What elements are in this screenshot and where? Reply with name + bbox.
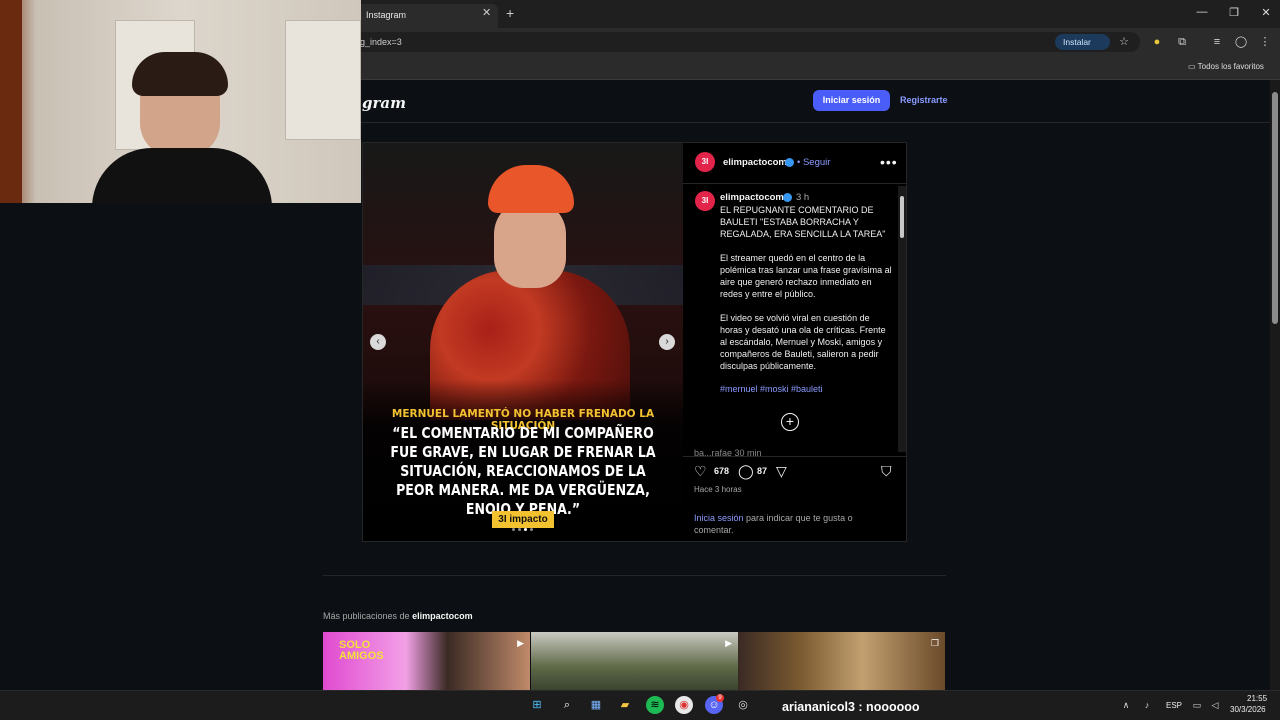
profile-icon[interactable]: ◯ [1234,35,1248,49]
caption-paragraph: El video se volvió viral en cuestión de … [720,313,886,371]
bookmarks-folder-label: Todos los favoritos [1197,62,1264,71]
extensions-puzzle-icon[interactable]: ⧉ [1175,35,1189,49]
carousel-prev-button[interactable]: ‹ [370,334,386,350]
window-frame [285,20,361,140]
carousel-dot [512,528,515,531]
carousel-next-button[interactable]: › [659,334,675,350]
thumb-title: SOLO AMIGOS [339,639,384,662]
tray-chevron-icon[interactable]: ∧ [1117,696,1135,714]
new-tab-button[interactable]: + [506,5,514,21]
load-comments-button[interactable]: + [781,413,799,431]
streamer-shirt [92,148,272,203]
posted-time: Hace 3 horas [694,485,742,494]
language-indicator[interactable]: ESP [1166,701,1182,710]
carousel-dot [530,528,533,531]
install-app-button[interactable]: Instalar [1055,34,1110,50]
door-frame [0,0,22,203]
image-quote: “EL COMENTARIO DE MI COMPAÑERO FUE GRAVE… [390,424,656,518]
clock-date[interactable]: 30/3/2026 [1230,705,1266,714]
sidebar-divider [683,183,907,184]
streamer-hair [132,52,228,96]
header-divider [323,122,1270,123]
chrome-icon[interactable]: ◉ [675,696,693,714]
signup-link[interactable]: Registrarte [900,95,948,105]
restore-icon[interactable]: ❐ [1224,6,1244,19]
tab-close-icon[interactable]: ✕ [482,6,491,19]
microphone-icon[interactable]: ♪ [1138,696,1156,714]
widgets-icon[interactable]: ▦ [587,696,605,714]
verified-badge-icon [785,158,794,167]
login-prompt-link[interactable]: Inicia sesión [694,513,744,523]
image-brand-logo: 3I impacto [492,511,554,528]
volume-icon[interactable]: ◁ [1206,696,1224,714]
stream-chat-overlay: ariananicol3 : noooooo [782,700,920,714]
login-prompt: Inicia sesión para indicar que te gusta … [694,512,894,536]
spotify-icon[interactable]: ≋ [646,696,664,714]
caption-avatar[interactable]: 3I [695,191,715,211]
more-post-thumb[interactable]: ▶ [531,632,738,690]
like-heart-icon[interactable]: ♡ [694,463,707,480]
obs-icon[interactable]: ◎ [734,696,752,714]
follow-button[interactable]: • Seguir [797,157,830,168]
account-name[interactable]: elimpactocom [723,157,787,168]
minimize-icon[interactable]: — [1192,6,1212,18]
more-post-thumb[interactable]: ❐ [738,632,945,690]
bookmark-star-icon[interactable]: ☆ [1117,35,1131,49]
install-label: Instalar [1063,37,1091,47]
actions-divider [683,456,907,457]
like-count: 678 [714,466,730,476]
bookmarks-folder-all[interactable]: ▭ Todos los favoritos [1188,62,1264,71]
person-face [494,200,566,288]
more-posts-heading: Más publicaciones de elimpactocom [323,611,473,621]
account-avatar[interactable]: 3I [695,152,715,172]
verified-badge-icon [783,193,792,202]
network-icon[interactable]: ▭ [1188,696,1206,714]
share-icon[interactable]: ▽ [776,463,787,480]
more-options-icon[interactable]: ••• [880,154,898,170]
browser-menu-icon[interactable]: ⋮ [1258,35,1272,49]
carousel-dot-active [524,528,527,531]
extension-color-icon[interactable]: ● [1150,35,1164,49]
caption-time: 3 h [796,192,810,203]
address-bar[interactable] [355,32,1140,52]
search-icon[interactable]: ⌕ [558,696,576,714]
video-icon: ▶ [725,638,732,648]
webcam-overlay [0,0,361,203]
page-scroll-thumb[interactable] [1272,92,1278,324]
window-close-icon[interactable]: ✕ [1256,6,1276,19]
more-posts-prefix: Más publicaciones de [323,611,413,621]
video-icon: ▶ [517,638,524,648]
clock-time[interactable]: 21:55 [1247,694,1267,703]
address-bar-url: g_index=3 [360,37,402,47]
caption-hashtags[interactable]: #mernuel #moski #bauleti [720,384,823,394]
more-post-thumb[interactable]: SOLO AMIGOS ▶ [323,632,530,690]
section-divider [323,575,946,576]
carousel-dot [518,528,521,531]
windows-start-icon[interactable]: ⊞ [528,696,546,714]
folder-icon: ▭ [1188,62,1198,71]
save-bookmark-icon[interactable]: ⛉ [881,463,892,480]
login-button[interactable]: Iniciar sesión [813,90,890,111]
discord-badge: 9 [716,694,724,702]
comment-bubble-icon[interactable]: ◯ [738,463,754,480]
carousel-icon: ❐ [930,638,939,648]
file-explorer-icon[interactable]: ▰ [616,696,634,714]
media-controls-icon[interactable]: ≡ [1210,35,1224,49]
more-posts-account[interactable]: elimpactocom [412,611,473,621]
tab-title: Instagram [366,10,407,20]
comment-count: 87 [757,466,768,476]
caption-headline: EL REPUGNANTE COMENTARIO DE BAULETI "EST… [720,205,886,239]
windows-taskbar [0,690,1280,720]
caption-paragraph: El streamer quedó en el centro de la pol… [720,253,892,299]
browser-tab-instagram[interactable]: Instagram [356,4,498,28]
caption-author[interactable]: elimpactocom [720,192,784,203]
instagram-logo[interactable]: gram [362,94,406,112]
comments-scroll-thumb[interactable] [900,196,904,238]
